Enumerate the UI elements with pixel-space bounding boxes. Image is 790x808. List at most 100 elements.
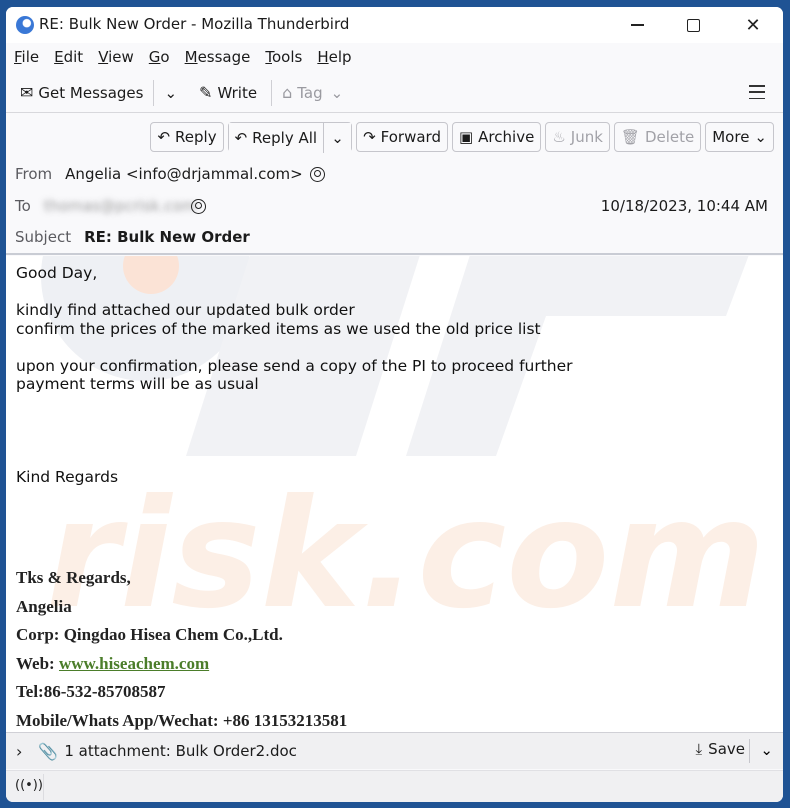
signature-corp: Corp: Qingdao Hisea Chem Co.,Ltd. (16, 625, 283, 644)
menu-view-label: iew (108, 48, 134, 66)
menu-file[interactable]: File (14, 48, 39, 66)
attachment-summary[interactable]: 1 attachment: Bulk Order2.doc (64, 742, 297, 760)
menu-view[interactable]: View (98, 48, 134, 66)
junk-button[interactable]: ♨ Junk (545, 122, 610, 152)
menu-edit-label: dit (63, 48, 84, 66)
save-divider (749, 739, 750, 763)
toolbar-divider (271, 79, 273, 106)
recipient-address[interactable]: thomas@pcrisk.com (44, 197, 197, 215)
menu-go[interactable]: Go (149, 48, 170, 66)
reply-all-button[interactable]: ↶ Reply All (228, 123, 324, 153)
from-label: From (15, 165, 53, 183)
to-row: To thomas@pcrisk.com (15, 197, 206, 215)
write-button[interactable]: ✎ Write (197, 78, 259, 108)
save-options-chevron-icon[interactable]: ⌄ (760, 741, 773, 759)
signature-web-row: Web: www.hiseachem.com (16, 654, 347, 683)
menu-bar: File Edit View Go Message Tools Help (6, 43, 783, 71)
thunderbird-window: RE: Bulk New Order - Mozilla Thunderbird… (6, 7, 783, 802)
body-closing: Kind Regards (16, 467, 119, 486)
archive-button[interactable]: ▣ Archive (451, 122, 542, 152)
chevron-down-icon: ⌄ (754, 128, 767, 146)
hamburger-icon-line (749, 97, 765, 99)
save-label: Save (708, 740, 745, 758)
get-messages-label: Get Messages (38, 83, 144, 102)
body-text: Good Day, kindly find attached our updat… (16, 264, 573, 486)
message-action-buttons: ↶ Reply ↶ Reply All ⌄ ↷ Forward ▣ Archiv… (150, 122, 774, 153)
to-label: To (15, 197, 31, 215)
menu-tools-label: ools (272, 48, 303, 66)
chevron-down-icon: ⌄ (164, 83, 178, 102)
reply-all-icon: ↶ (234, 129, 248, 147)
message-header-pane: ↶ Reply ↶ Reply All ⌄ ↷ Forward ▣ Archiv… (6, 114, 783, 255)
get-messages-icon: ✉ (20, 83, 34, 102)
app-menu-button[interactable] (749, 85, 765, 99)
close-button[interactable]: ✕ (733, 12, 773, 38)
junk-label: Junk (570, 128, 603, 146)
menu-help[interactable]: Help (317, 48, 351, 66)
minimize-icon (630, 24, 644, 26)
title-bar: RE: Bulk New Order - Mozilla Thunderbird… (6, 7, 783, 43)
menu-edit-mnemonic: E (54, 48, 64, 66)
signature-mobile: Mobile/Whats App/Wechat: +86 13153213581 (16, 710, 348, 730)
reply-all-label: Reply All (252, 129, 318, 147)
forward-label: Forward (380, 128, 441, 146)
maximize-button[interactable] (673, 12, 713, 38)
from-row: From Angelia <info@drjammal.com> (15, 165, 325, 183)
attachment-bar: › 📎 1 attachment: Bulk Order2.doc ⤓ Save… (6, 732, 783, 769)
body-line: confirm the prices of the marked items a… (16, 319, 541, 338)
body-greeting: Good Day, (16, 264, 98, 282)
subject-row: Subject RE: Bulk New Order (15, 228, 250, 246)
reply-all-split-button: ↶ Reply All ⌄ (227, 122, 353, 153)
more-button[interactable]: More ⌄ (705, 122, 774, 152)
minimize-button[interactable] (617, 12, 657, 38)
menu-tools[interactable]: Tools (265, 48, 302, 66)
more-label: More (712, 128, 750, 146)
menu-file-mnemonic: F (14, 48, 22, 66)
add-contact-icon[interactable] (309, 166, 325, 182)
delete-button[interactable]: 🗑 Delete (613, 122, 702, 152)
signature-name: Angelia (16, 596, 72, 616)
close-icon: ✕ (745, 14, 761, 36)
email-signature: Tks & Regards, Angelia Corp: Qingdao His… (16, 568, 347, 732)
menu-go-label: o (160, 48, 170, 66)
download-icon: ⤓ (695, 740, 703, 758)
menu-message-label: essage (197, 48, 251, 66)
forward-icon: ↷ (363, 128, 376, 146)
sender-address[interactable]: Angelia <info@drjammal.com> (65, 165, 303, 183)
tag-button[interactable]: ⌂ Tag ⌄ (280, 78, 345, 108)
tag-label: Tag (297, 83, 323, 102)
online-status-icon[interactable]: ((•)) (15, 778, 43, 793)
junk-flame-icon: ♨ (552, 128, 566, 146)
menu-help-label: elp (328, 48, 352, 66)
menu-edit[interactable]: Edit (54, 48, 83, 66)
get-messages-button[interactable]: ✉ Get Messages (18, 78, 145, 108)
menu-go-mnemonic: G (148, 48, 161, 66)
body-line: kindly find attached our updated bulk or… (16, 301, 355, 319)
menu-view-mnemonic: V (98, 48, 109, 66)
chevron-down-icon: ⌄ (330, 83, 344, 102)
reply-all-dropdown[interactable]: ⌄ (323, 123, 352, 153)
pencil-icon: ✎ (199, 83, 213, 102)
expand-attachments-chevron-icon[interactable]: › (16, 742, 22, 761)
archive-icon: ▣ (458, 128, 474, 146)
save-attachment-button[interactable]: ⤓ Save (696, 740, 745, 758)
add-contact-icon[interactable] (190, 198, 206, 214)
toolbar-divider (153, 79, 155, 106)
reply-label: Reply (175, 128, 217, 146)
write-label: Write (217, 83, 258, 102)
get-messages-dropdown[interactable]: ⌄ (162, 78, 179, 108)
message-date: 10/18/2023, 10:44 AM (600, 197, 768, 215)
signature-web-link[interactable]: www.hiseachem.com (59, 654, 209, 673)
maximize-icon (686, 18, 700, 32)
delete-label: Delete (644, 128, 695, 146)
body-line: payment terms will be as usual (16, 375, 259, 393)
menu-file-label: ile (21, 48, 40, 66)
reply-button[interactable]: ↶ Reply (150, 122, 224, 152)
hamburger-icon-line (749, 85, 765, 87)
forward-button[interactable]: ↷ Forward (356, 122, 448, 152)
status-divider (43, 774, 44, 800)
menu-tools-mnemonic: T (265, 48, 272, 66)
menu-message[interactable]: Message (185, 48, 251, 66)
status-bar: ((•)) (6, 770, 783, 802)
signature-web-label: Web: (16, 653, 59, 673)
